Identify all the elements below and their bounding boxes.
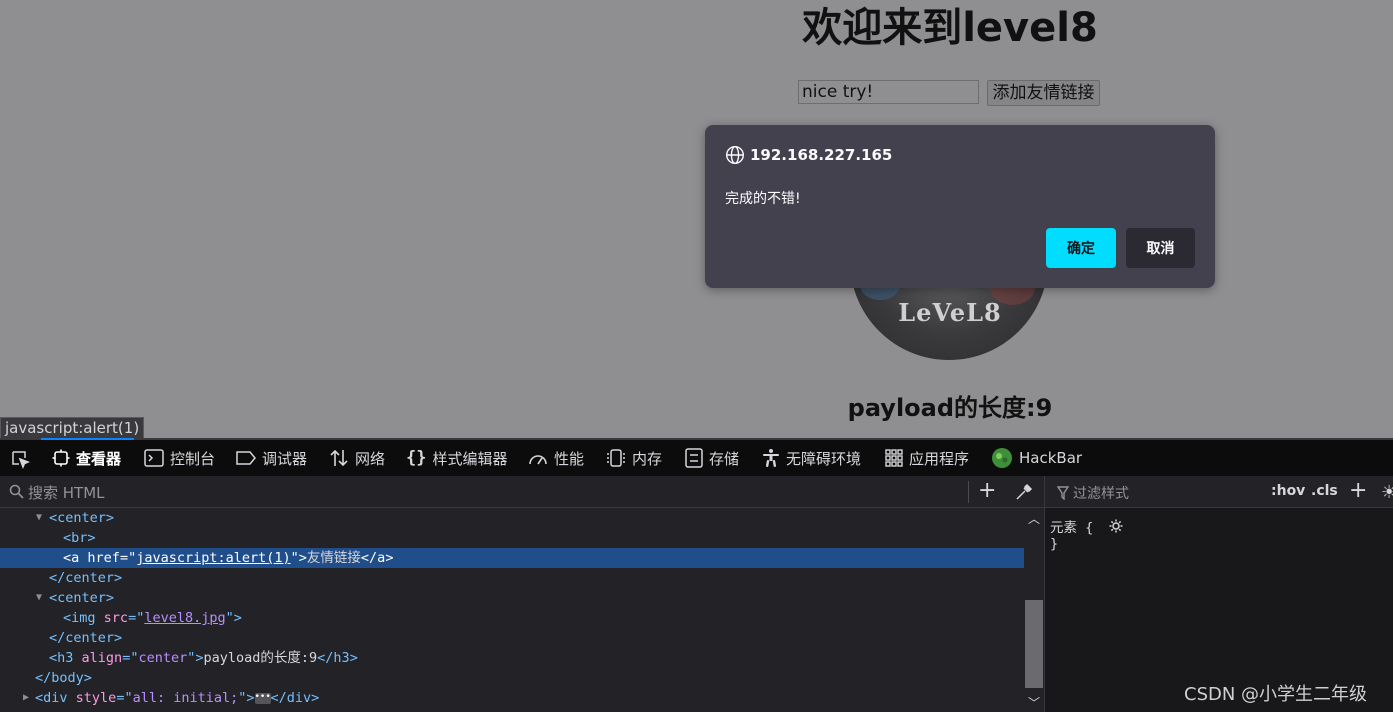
markup-line[interactable]: ▶ <div style="all: initial;">•••</div> bbox=[0, 688, 1024, 708]
tab-label: HackBar bbox=[1019, 449, 1083, 467]
add-node-icon[interactable]: + bbox=[978, 480, 996, 502]
storage-icon bbox=[685, 448, 703, 468]
tab-style-editor[interactable]: {} 样式编辑器 bbox=[406, 440, 508, 476]
html-search-input[interactable]: 搜索 HTML bbox=[28, 482, 105, 503]
collapsed-triangle-icon[interactable]: ▶ bbox=[23, 688, 29, 708]
globe-icon bbox=[725, 145, 745, 165]
hov-toggle[interactable]: :hov bbox=[1271, 483, 1305, 499]
expand-triangle-icon[interactable]: ▼ bbox=[36, 508, 42, 528]
markup-line[interactable]: ▼ <center> bbox=[0, 588, 1024, 608]
light-theme-icon[interactable]: ☀ bbox=[1381, 482, 1393, 503]
tab-label: 样式编辑器 bbox=[432, 449, 508, 468]
ok-button[interactable]: 确定 bbox=[1046, 228, 1116, 268]
scrollbar-thumb[interactable] bbox=[1025, 600, 1043, 688]
search-icon bbox=[9, 484, 24, 503]
rule-close-brace: } bbox=[1050, 536, 1059, 552]
tab-application[interactable]: 应用程序 bbox=[885, 440, 969, 476]
devtools-panel: 查看器 控制台 调试器 网络 {} 样式编辑器 性能 内存 存储 无障碍环境 应… bbox=[0, 438, 1393, 712]
application-icon bbox=[885, 449, 903, 467]
tab-console[interactable]: 控制台 bbox=[144, 440, 215, 476]
tab-accessibility[interactable]: 无障碍环境 bbox=[762, 440, 861, 476]
markup-line-selected[interactable]: <a href="javascript:alert(1)">友情链接</a> bbox=[0, 548, 1024, 568]
tab-label: 调试器 bbox=[262, 449, 308, 468]
tab-debugger[interactable]: 调试器 bbox=[236, 440, 307, 476]
add-link-button[interactable]: 添加友情链接 bbox=[987, 80, 1100, 106]
markup-line[interactable]: ▼ <center> bbox=[0, 508, 1024, 528]
filter-styles-input[interactable]: 过滤样式 bbox=[1073, 483, 1129, 503]
cls-toggle[interactable]: .cls bbox=[1311, 483, 1338, 499]
tab-label: 无障碍环境 bbox=[786, 449, 862, 468]
dialog-origin: 192.168.227.165 bbox=[750, 146, 893, 164]
tab-label: 应用程序 bbox=[909, 449, 970, 468]
tab-label: 存储 bbox=[709, 449, 740, 468]
html-search-bar: 搜索 HTML + bbox=[0, 476, 1044, 508]
markup-line[interactable]: </body> bbox=[0, 668, 1024, 688]
tab-label: 网络 bbox=[355, 449, 386, 468]
devtools-toolbar: 查看器 控制台 调试器 网络 {} 样式编辑器 性能 内存 存储 无障碍环境 应… bbox=[0, 438, 1393, 476]
page-title: 欢迎来到level8 bbox=[802, 5, 1098, 51]
alert-dialog: 192.168.227.165 完成的不错! 确定 取消 bbox=[705, 125, 1215, 288]
rules-toolbar: 过滤样式 :hov .cls + ☀ bbox=[1045, 476, 1393, 508]
cancel-button[interactable]: 取消 bbox=[1126, 228, 1195, 268]
tab-label: 内存 bbox=[632, 449, 663, 468]
markup-line[interactable]: <br> bbox=[0, 528, 1024, 548]
element-rule: 元素 { bbox=[1050, 520, 1094, 536]
link-input[interactable] bbox=[798, 80, 979, 104]
tab-label: 查看器 bbox=[76, 449, 122, 468]
scroll-up-icon[interactable]: ︿ bbox=[1028, 510, 1040, 527]
tab-network[interactable]: 网络 bbox=[329, 440, 385, 476]
network-icon bbox=[329, 449, 349, 467]
eyedropper-icon[interactable] bbox=[1015, 483, 1033, 505]
markup-view: ▼ <center> <br> <a href="javascript:alert… bbox=[0, 508, 1024, 712]
dialog-message: 完成的不错! bbox=[725, 191, 801, 207]
debugger-icon bbox=[236, 450, 256, 466]
element-picker-icon[interactable] bbox=[10, 449, 31, 473]
expand-triangle-icon[interactable]: ▼ bbox=[36, 588, 42, 608]
add-rule-icon[interactable]: + bbox=[1349, 478, 1367, 503]
watermark: CSDN @小学生二年级 bbox=[1184, 684, 1368, 705]
inspector-icon bbox=[52, 449, 70, 467]
markup-line[interactable]: </center> bbox=[0, 628, 1024, 648]
image-logo-text: LeVeL8 bbox=[898, 298, 1002, 327]
scroll-down-icon[interactable]: ﹀ bbox=[1028, 694, 1040, 711]
tab-label: 控制台 bbox=[170, 449, 216, 468]
markup-line[interactable]: <h3 align="center">payload的长度:9</h3> bbox=[0, 648, 1024, 668]
tab-label: 性能 bbox=[554, 449, 585, 468]
markup-line[interactable]: </center> bbox=[0, 568, 1024, 588]
tab-storage[interactable]: 存储 bbox=[685, 440, 739, 476]
tab-inspector[interactable]: 查看器 bbox=[52, 440, 121, 476]
payload-length-heading: payload的长度:9 bbox=[847, 394, 1053, 422]
tab-performance[interactable]: 性能 bbox=[528, 440, 584, 476]
hackbar-icon bbox=[991, 447, 1013, 469]
accessibility-icon bbox=[762, 448, 780, 468]
style-editor-icon: {} bbox=[406, 448, 427, 468]
tab-hackbar[interactable]: HackBar bbox=[991, 440, 1082, 476]
memory-icon bbox=[606, 448, 626, 468]
tab-memory[interactable]: 内存 bbox=[606, 440, 662, 476]
filter-icon bbox=[1056, 485, 1070, 504]
rules-panel: 过滤样式 :hov .cls + ☀ 元素 { } bbox=[1044, 476, 1393, 712]
gear-icon[interactable] bbox=[1109, 518, 1123, 537]
performance-icon bbox=[528, 449, 548, 467]
markup-line[interactable]: <img src="level8.jpg"> bbox=[0, 608, 1024, 628]
console-icon bbox=[144, 449, 164, 467]
ellipsis-icon[interactable]: ••• bbox=[254, 692, 271, 704]
